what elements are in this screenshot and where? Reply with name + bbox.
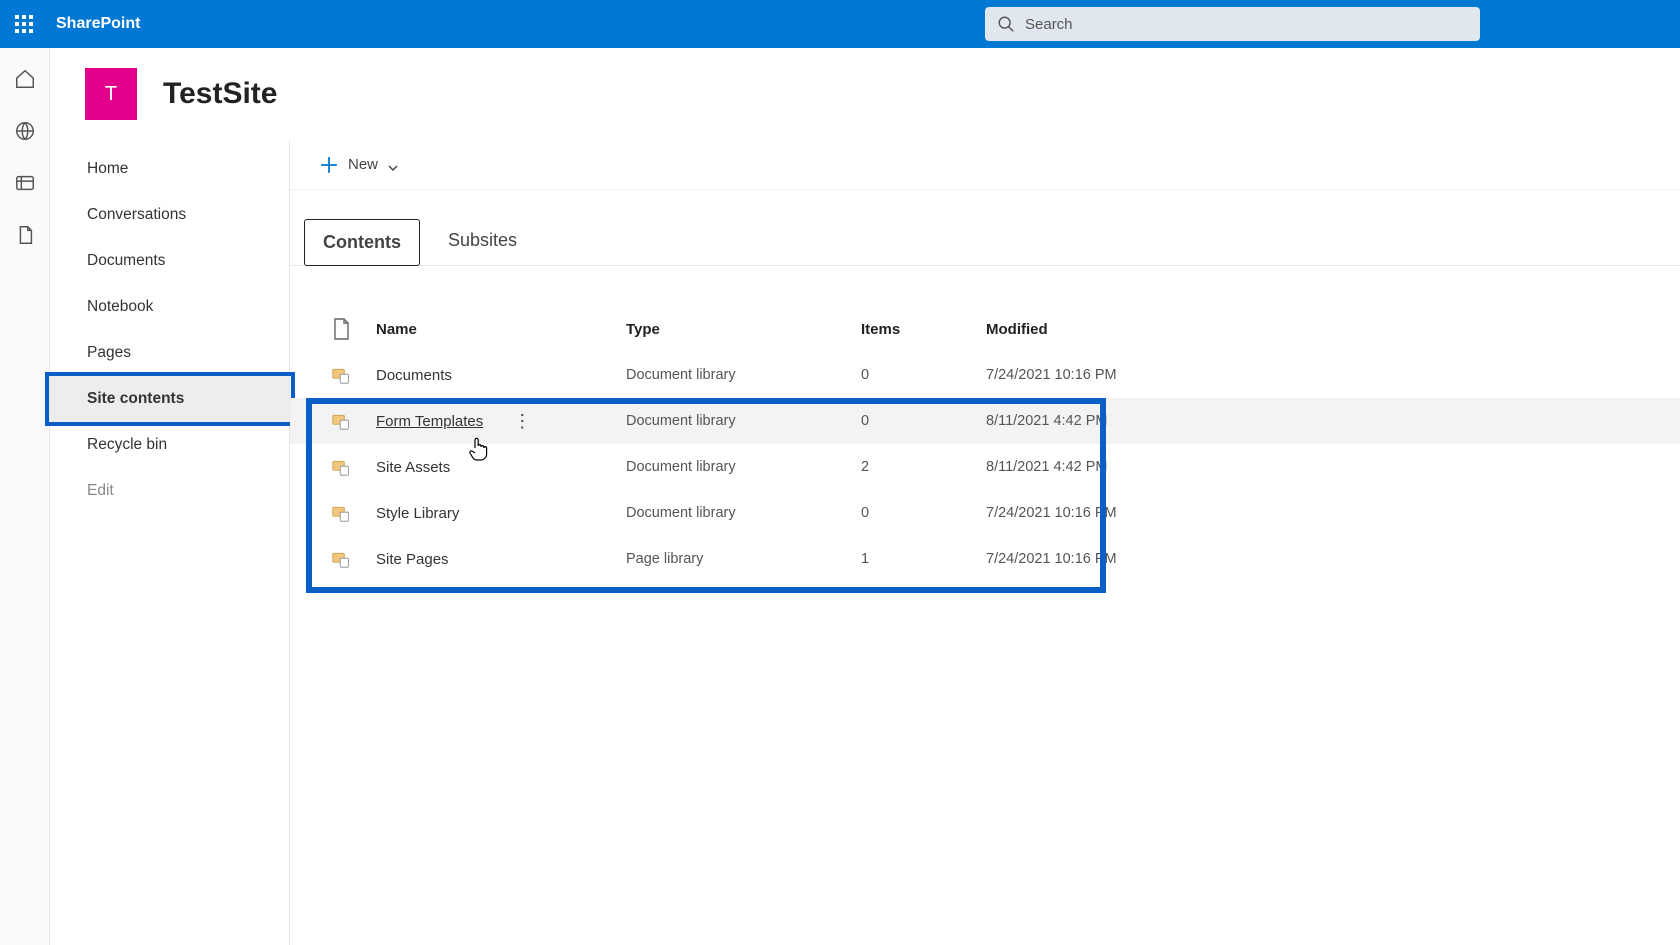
more-actions-button[interactable]: ⋮ xyxy=(513,412,531,430)
search-icon xyxy=(997,15,1015,33)
nav-item-documents[interactable]: Documents xyxy=(50,238,289,284)
tab-contents[interactable]: Contents xyxy=(304,219,420,266)
app-name: SharePoint xyxy=(48,15,140,33)
home-icon[interactable] xyxy=(14,68,36,90)
cell-type: Document library xyxy=(626,413,861,429)
item-name-link[interactable]: Site Assets xyxy=(376,459,450,476)
cell-type: Document library xyxy=(626,367,861,383)
chevron-down-icon xyxy=(388,160,398,170)
cell-modified: 8/11/2021 4:42 PM xyxy=(986,413,1216,429)
table-row[interactable]: Site Assets Document library28/11/2021 4:… xyxy=(290,444,1680,490)
table-row[interactable]: Documents Document library07/24/2021 10:1… xyxy=(290,352,1680,398)
library-icon xyxy=(306,364,376,386)
library-icon xyxy=(306,456,376,478)
cell-name[interactable]: Style Library xyxy=(376,505,626,522)
command-bar: New xyxy=(290,140,1680,190)
item-name-link[interactable]: Style Library xyxy=(376,505,459,522)
cell-items: 0 xyxy=(861,367,986,383)
cell-items: 1 xyxy=(861,551,986,567)
cell-items: 0 xyxy=(861,505,986,521)
item-name-link[interactable]: Form Templates xyxy=(376,413,483,430)
search-input[interactable] xyxy=(1025,16,1468,33)
new-button[interactable]: New xyxy=(320,156,398,174)
header-type[interactable]: Type xyxy=(626,321,861,338)
table-header-row: Name Type Items Modified xyxy=(290,306,1680,352)
tab-subsites[interactable]: Subsites xyxy=(430,218,535,265)
nav-item-site-contents[interactable]: Site contents xyxy=(50,376,289,422)
item-name-link[interactable]: Documents xyxy=(376,367,452,384)
app-launcher-button[interactable] xyxy=(0,0,48,48)
content-area: New Contents Subsites xyxy=(290,140,1680,945)
library-icon xyxy=(306,548,376,570)
cell-items: 2 xyxy=(861,459,986,475)
site-header: T TestSite xyxy=(50,48,1680,140)
table-row[interactable]: Form Templates ⋮ Document library08/11/202… xyxy=(290,398,1680,444)
table-row[interactable]: Site Pages Page library17/24/2021 10:16 P… xyxy=(290,536,1680,582)
table-row[interactable]: Style Library Document library07/24/2021 … xyxy=(290,490,1680,536)
header-icon-column xyxy=(306,318,376,340)
library-icon xyxy=(306,502,376,524)
header-modified[interactable]: Modified xyxy=(986,321,1216,338)
cell-modified: 7/24/2021 10:16 PM xyxy=(986,367,1216,383)
nav-item-notebook[interactable]: Notebook xyxy=(50,284,289,330)
site-logo[interactable]: T xyxy=(85,68,137,120)
library-icon xyxy=(306,410,376,432)
contents-table: Name Type Items Modified DocumentsDocume… xyxy=(290,306,1680,582)
nav-item-home[interactable]: Home xyxy=(50,146,289,192)
files-icon[interactable] xyxy=(14,224,36,246)
site-title: TestSite xyxy=(163,77,277,111)
cell-type: Document library xyxy=(626,459,861,475)
plus-icon xyxy=(320,156,338,174)
cell-items: 0 xyxy=(861,413,986,429)
header-items[interactable]: Items xyxy=(861,321,986,338)
cell-name[interactable]: Form Templates ⋮ xyxy=(376,412,626,430)
nav-item-edit[interactable]: Edit xyxy=(50,468,289,514)
cell-type: Document library xyxy=(626,505,861,521)
cell-type: Page library xyxy=(626,551,861,567)
left-nav: Home Conversations Documents Notebook Pa… xyxy=(50,140,290,945)
tabs: Contents Subsites xyxy=(290,218,1680,266)
waffle-icon xyxy=(15,15,33,33)
app-rail xyxy=(0,48,50,945)
cell-name[interactable]: Site Pages xyxy=(376,551,626,568)
cell-name[interactable]: Site Assets xyxy=(376,459,626,476)
news-icon[interactable] xyxy=(14,172,36,194)
cell-modified: 7/24/2021 10:16 PM xyxy=(986,505,1216,521)
cell-name[interactable]: Documents xyxy=(376,367,626,384)
item-name-link[interactable]: Site Pages xyxy=(376,551,449,568)
header-name[interactable]: Name xyxy=(376,321,626,338)
search-box[interactable] xyxy=(985,7,1480,41)
nav-item-recycle-bin[interactable]: Recycle bin xyxy=(50,422,289,468)
new-button-label: New xyxy=(348,156,378,173)
cell-modified: 7/24/2021 10:16 PM xyxy=(986,551,1216,567)
cell-modified: 8/11/2021 4:42 PM xyxy=(986,459,1216,475)
nav-item-pages[interactable]: Pages xyxy=(50,330,289,376)
globe-icon[interactable] xyxy=(14,120,36,142)
nav-item-conversations[interactable]: Conversations xyxy=(50,192,289,238)
